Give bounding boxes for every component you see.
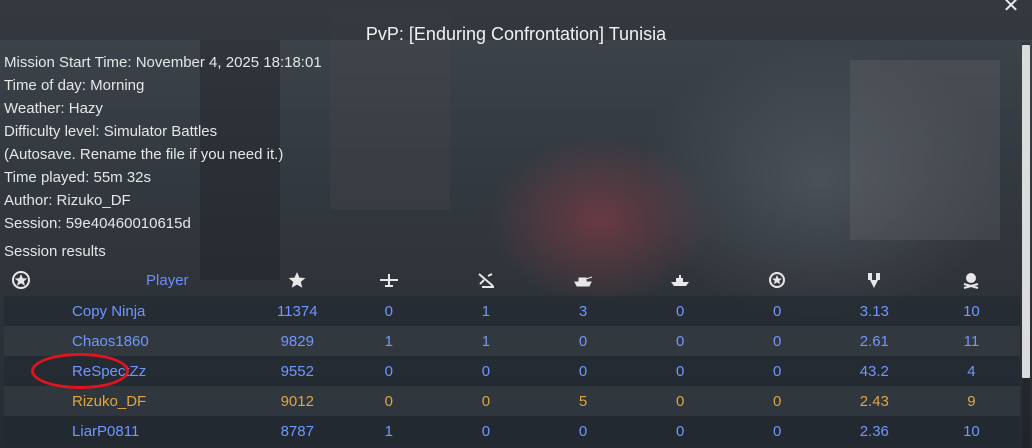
player-name[interactable]: LiarP0811 xyxy=(34,416,254,446)
ground-aircraft-kills-cell: 1 xyxy=(481,302,491,320)
time-of-day: Time of day: Morning xyxy=(4,77,145,94)
player-name[interactable]: ReSpectZz xyxy=(34,356,254,386)
results-table: Player Copy Ninja 11374 0 1 3 0 0 3.13 1… xyxy=(4,264,1020,446)
score-cell: 11374 xyxy=(276,302,318,320)
lifetime-cell: 2.36 xyxy=(859,422,889,440)
tank-kills-cell: 5 xyxy=(578,392,588,410)
tank-kills-cell: 3 xyxy=(578,302,588,320)
lifetime-cell: 2.43 xyxy=(859,392,889,410)
score-cell: 9012 xyxy=(280,392,314,410)
ship-kills-icon[interactable] xyxy=(632,264,729,296)
score-cell: 9552 xyxy=(280,362,314,380)
tank-kills-cell: 0 xyxy=(578,422,588,440)
tank-kills-cell: 0 xyxy=(578,362,588,380)
weather: Weather: Hazy xyxy=(4,100,103,117)
tank-kills-icon[interactable] xyxy=(534,264,631,296)
deaths-cell: 11 xyxy=(963,332,980,350)
ground-aircraft-kills-cell: 0 xyxy=(481,362,491,380)
score-cell: 9829 xyxy=(280,332,314,350)
column-header-player[interactable]: Player xyxy=(34,264,254,296)
assists-cell: 0 xyxy=(773,422,782,440)
session-results-label: Session results xyxy=(4,243,106,260)
table-header-row: Player xyxy=(4,264,1020,296)
mission-info: Mission Start Time: November 4, 2025 18:… xyxy=(4,51,322,235)
table-row[interactable]: Copy Ninja 11374 0 1 3 0 0 3.13 10 xyxy=(4,296,1020,326)
difficulty-level: Difficulty level: Simulator Battles xyxy=(4,123,218,140)
player-name[interactable]: Rizuko_DF xyxy=(34,386,254,416)
deaths-icon[interactable] xyxy=(923,264,1020,296)
table-row[interactable]: LiarP0811 8787 1 0 0 0 0 2.36 10 xyxy=(4,416,1020,446)
deaths-cell: 9 xyxy=(967,392,976,410)
ship-kills-cell: 0 xyxy=(675,422,685,440)
air-kills-cell: 0 xyxy=(384,302,394,320)
deaths-cell: 10 xyxy=(963,422,980,440)
ground-aircraft-kills-icon[interactable] xyxy=(437,264,534,296)
air-kills-cell: 0 xyxy=(384,362,394,380)
air-kills-cell: 1 xyxy=(384,332,394,350)
ship-kills-cell: 0 xyxy=(675,392,685,410)
assists-cell: 0 xyxy=(773,332,782,350)
ship-kills-cell: 0 xyxy=(675,332,685,350)
ship-kills-cell: 0 xyxy=(675,362,685,380)
assists-cell: 0 xyxy=(773,392,782,410)
assists-icon[interactable] xyxy=(729,264,826,296)
lifetime-cell: 2.61 xyxy=(859,332,889,350)
mission-start-time: Mission Start Time: November 4, 2025 18:… xyxy=(4,54,322,71)
air-kills-cell: 1 xyxy=(384,422,394,440)
ground-aircraft-kills-cell: 0 xyxy=(481,422,491,440)
time-played: Time played: 55m 32s xyxy=(4,169,152,186)
autosave-note: (Autosave. Rename the file if you need i… xyxy=(4,146,284,163)
ground-aircraft-kills-cell: 0 xyxy=(481,392,491,410)
author: Author: Rizuko_DF xyxy=(4,192,131,209)
player-name[interactable]: Chaos1860 xyxy=(34,326,254,356)
table-row[interactable]: Chaos1860 9829 1 1 0 0 0 2.61 11 xyxy=(4,326,1020,356)
lifetime-icon[interactable] xyxy=(826,264,923,296)
score-icon[interactable] xyxy=(254,264,340,296)
ship-kills-cell: 0 xyxy=(675,302,685,320)
deaths-cell: 10 xyxy=(963,302,980,320)
assists-cell: 0 xyxy=(773,302,782,320)
assists-cell: 0 xyxy=(773,362,782,380)
air-kills-cell: 0 xyxy=(384,392,394,410)
table-row[interactable]: ReSpectZz 9552 0 0 0 0 0 43.2 4 xyxy=(4,356,1020,386)
tank-kills-cell: 0 xyxy=(578,332,588,350)
air-kills-icon[interactable] xyxy=(340,264,437,296)
player-name[interactable]: Copy Ninja xyxy=(34,296,254,326)
table-row[interactable]: Rizuko_DF 9012 0 0 5 0 0 2.43 9 xyxy=(4,386,1020,416)
lifetime-cell: 43.2 xyxy=(859,362,889,380)
window-title: PvP: [Enduring Confrontation] Tunisia xyxy=(365,24,667,44)
score-cell: 8787 xyxy=(280,422,314,440)
ground-aircraft-kills-cell: 1 xyxy=(481,332,491,350)
close-icon[interactable]: ✕ xyxy=(1000,0,1022,16)
lifetime-cell: 3.13 xyxy=(859,302,889,320)
session-id: Session: 59e40460010615d xyxy=(4,215,191,232)
squad-icon[interactable] xyxy=(4,264,34,296)
scrollbar-thumb[interactable] xyxy=(1022,45,1030,378)
deaths-cell: 4 xyxy=(967,362,976,380)
